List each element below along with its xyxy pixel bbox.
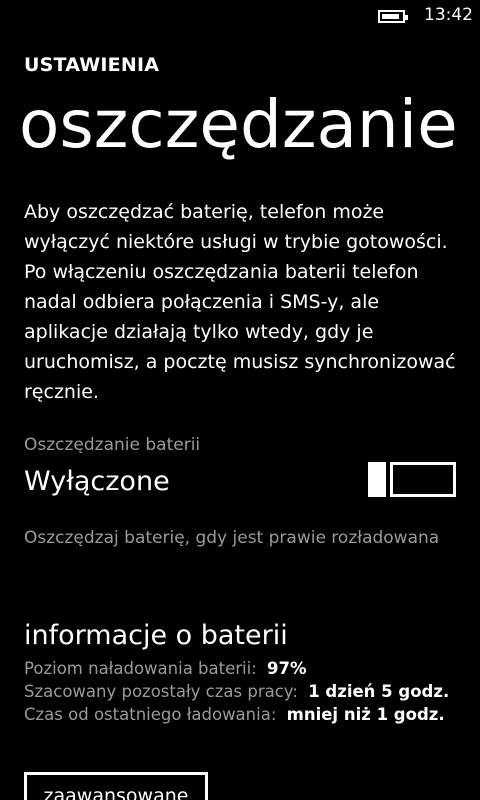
remaining-time-row: Szacowany pozostały czas pracy: 1 dzień …	[24, 682, 449, 701]
battery-saver-state[interactable]: Wyłączone	[24, 466, 170, 497]
advanced-button[interactable]: zaawansowane	[24, 772, 208, 800]
battery-nub	[405, 15, 408, 20]
battery-saver-label: Oszczędzanie baterii	[24, 435, 201, 455]
remaining-time-label: Szacowany pozostały czas pracy:	[24, 682, 298, 701]
status-bar: 13:42	[0, 0, 480, 32]
battery-info-heading: informacje o baterii	[24, 620, 288, 651]
battery-saver-toggle[interactable]	[368, 462, 456, 497]
battery-level-value: 97%	[267, 659, 307, 678]
auto-battery-saver-option[interactable]: Oszczędzaj baterię, gdy jest prawie rozł…	[24, 528, 439, 548]
settings-screen: 13:42 USTAWIENIA oszczędzanie baterii Ab…	[0, 0, 480, 800]
remaining-time-value: 1 dzień 5 godz.	[308, 682, 450, 701]
since-charge-label: Czas od ostatniego ładowania:	[24, 705, 277, 724]
since-charge-value: mniej niż 1 godz.	[286, 705, 445, 724]
page-title: oszczędzanie baterii	[19, 86, 480, 163]
battery-level-label: Poziom naładowania baterii:	[24, 659, 257, 678]
clock: 13:42	[424, 5, 473, 25]
app-title: USTAWIENIA	[24, 54, 160, 76]
toggle-track[interactable]	[390, 462, 456, 497]
battery-icon	[378, 10, 408, 23]
battery-fill	[382, 14, 399, 19]
description-text: Aby oszczędzać baterię, telefon może wył…	[24, 201, 456, 403]
battery-level-row: Poziom naładowania baterii: 97%	[24, 659, 307, 678]
since-charge-row: Czas od ostatniego ładowania: mniej niż …	[24, 705, 445, 724]
toggle-thumb[interactable]	[368, 462, 386, 497]
